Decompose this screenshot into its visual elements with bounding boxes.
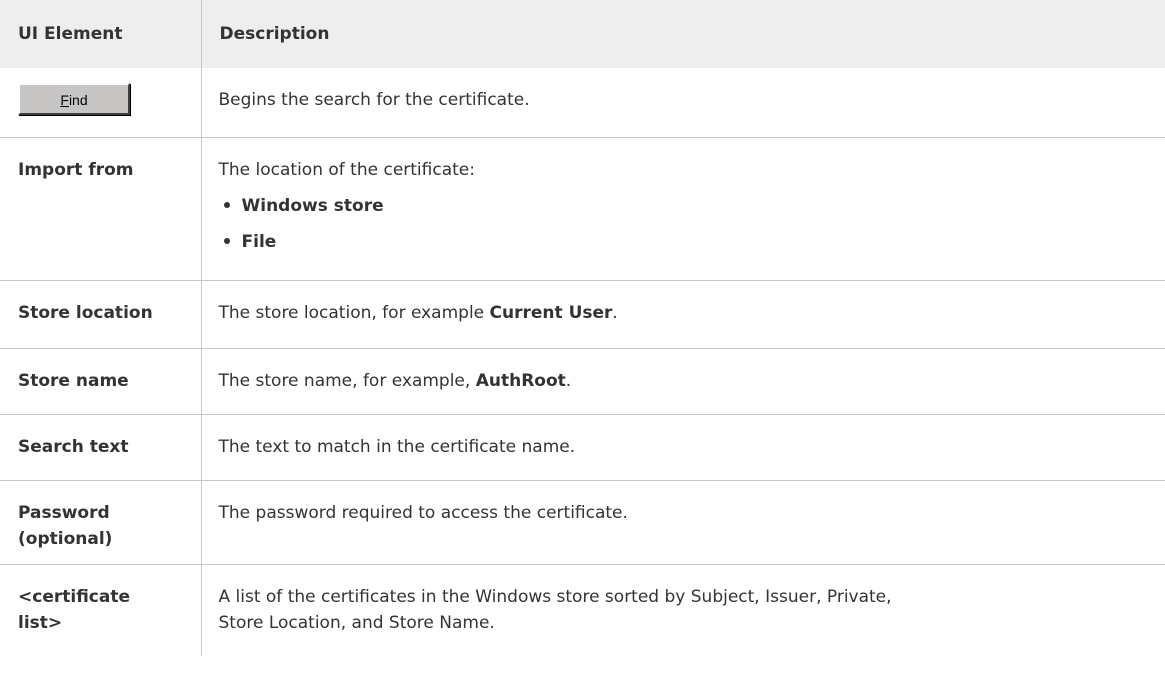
find-button-cell: Find (0, 68, 201, 138)
table-row: Store location The store location, for e… (0, 280, 1165, 349)
store-name-desc-pre: The store name, for example, (218, 370, 476, 391)
import-from-description-cell: The location of the certificate: Windows… (200, 137, 1165, 281)
store-location-example: Current User (489, 302, 613, 323)
certificate-list-description: A list of the certificates in the Window… (218, 586, 892, 607)
password-label: Password (18, 502, 110, 523)
import-from-options: Windows store File (219, 193, 1148, 255)
header-ui-element: UI Element (18, 24, 123, 44)
certificate-list-description-2: Store Location, and Store Name. (218, 612, 495, 633)
store-location-description: The store location, for example Current … (200, 280, 1165, 349)
find-button[interactable]: Find (18, 83, 130, 115)
bullet-icon (223, 201, 230, 208)
import-from-description: The location of the certificate: (218, 159, 475, 180)
table-row: Store name The store name, for example, … (0, 348, 1165, 415)
password-label-cell: Password (optional) (0, 480, 201, 565)
import-from-label: Import from (0, 137, 201, 281)
table-row: <certificate list> A list of the certifi… (0, 564, 1165, 656)
store-location-desc-post: . (612, 302, 618, 323)
search-text-description: The text to match in the certificate nam… (200, 414, 1165, 481)
store-name-example: AuthRoot (475, 370, 566, 391)
find-button-label: ind (68, 92, 88, 108)
table-row: Search text The text to match in the cer… (0, 414, 1165, 481)
certificate-list-description-cell: A list of the certificates in the Window… (200, 564, 1165, 656)
bullet-icon (223, 237, 230, 244)
store-name-label: Store name (0, 348, 201, 415)
list-item: File (219, 229, 1148, 255)
certificate-list-label-cell: <certificate list> (0, 564, 201, 656)
table-row: Import from The location of the certific… (0, 137, 1165, 281)
ui-element-table: UI Element Description Find Begins the s… (0, 0, 1165, 656)
store-name-description: The store name, for example, AuthRoot. (200, 348, 1165, 415)
list-item: Windows store (219, 193, 1148, 219)
password-description: The password required to access the cert… (200, 480, 1165, 565)
find-description: Begins the search for the certificate. (200, 68, 1165, 138)
table-header-row: UI Element Description (0, 0, 1165, 68)
store-location-desc-pre: The store location, for example (218, 302, 490, 323)
option-file: File (241, 231, 277, 252)
password-label-optional: (optional) (18, 528, 113, 549)
store-name-desc-post: . (565, 370, 572, 391)
table-row: Password (optional) The password require… (0, 480, 1165, 565)
store-location-label: Store location (0, 280, 201, 349)
find-button-mnemonic: F (60, 92, 69, 108)
header-description: Description (200, 0, 1165, 68)
certificate-list-label: <certificate (18, 586, 130, 607)
option-windows-store: Windows store (241, 195, 384, 216)
search-text-label: Search text (0, 414, 201, 481)
certificate-list-label-2: list> (18, 612, 63, 633)
table-row: Find Begins the search for the certifica… (0, 68, 1165, 138)
